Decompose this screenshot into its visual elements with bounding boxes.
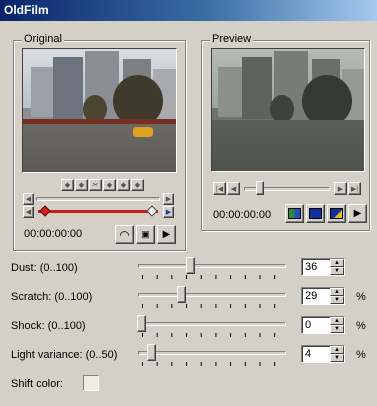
light-variance-spinbox[interactable]: 4 ▲ ▼ [301,345,345,363]
scratch-up-button[interactable]: ▲ [330,288,344,296]
light-variance-slider-track[interactable] [138,351,286,355]
original-home-button[interactable]: ◀ [23,193,34,205]
light-variance-slider-thumb[interactable] [147,344,156,361]
in-out-button[interactable]: ▣ [136,225,155,244]
external-monitor-icon [330,208,343,219]
mark-out-button[interactable]: ◆ [75,179,88,191]
original-scrub-track[interactable] [36,197,160,201]
scratch-label: Scratch: (0..100) [11,291,93,303]
scratch-slider-ticks [142,304,285,308]
preview-prev-frame-button[interactable]: ◀ [227,182,240,195]
clear-marks-button[interactable]: ◆ [131,179,144,191]
speed-gauge-button[interactable]: ◠ [115,225,134,244]
shift-color-label: Shift color: [11,378,63,390]
scratch-slider-thumb[interactable] [177,286,186,303]
dust-down-button[interactable]: ▼ [330,267,344,275]
preview-home-button[interactable]: |◀ [213,182,226,195]
shock-slider-track[interactable] [138,322,286,326]
scratch-percent-sign: % [356,291,366,303]
dust-up-button[interactable]: ▲ [330,259,344,267]
light-variance-down-button[interactable]: ▼ [330,354,344,362]
trim-track[interactable] [38,210,158,213]
shift-color-swatch[interactable] [83,375,99,391]
mark-in-button[interactable]: ◆ [61,179,74,191]
shock-percent-sign: % [356,320,366,332]
original-timecode: 00:00:00:00 [24,228,83,240]
shock-slider-thumb[interactable] [137,315,146,332]
shock-spinbox[interactable]: 0 ▲ ▼ [301,316,345,334]
preview-next-frame-button[interactable]: ▶ [334,182,347,195]
dust-slider-track[interactable] [138,264,286,268]
window-title: OldFilm [4,3,49,17]
shock-down-button[interactable]: ▼ [330,325,344,333]
dust-value[interactable]: 36 [305,261,317,273]
light-variance-up-button[interactable]: ▲ [330,346,344,354]
preview-video [211,48,365,172]
light-variance-slider-ticks [142,362,285,366]
preview-monitor-button[interactable] [306,204,325,223]
original-video [22,48,177,173]
preview-scrub-thumb[interactable] [256,181,264,195]
trim-start-button[interactable]: ◀ [23,206,34,218]
monitor-icon [309,208,322,219]
shock-label: Shock: (0..100) [11,320,86,332]
scratch-spinbox[interactable]: 29 ▲ ▼ [301,287,345,305]
scratch-down-button[interactable]: ▼ [330,296,344,304]
dust-slider-thumb[interactable] [186,257,195,274]
scratch-slider-track[interactable] [138,293,286,297]
split-button[interactable]: ✂ [89,179,102,191]
original-play-button[interactable]: ▶ [157,225,176,244]
preview-split-view-button[interactable] [285,204,304,223]
preview-timecode: 00:00:00:00 [213,209,272,221]
preview-end-button[interactable]: ▶| [348,182,361,195]
preview-play-button[interactable]: ▶ [348,204,367,223]
light-variance-value[interactable]: 4 [305,348,311,360]
original-group-label: Original [22,33,64,45]
scratch-value[interactable]: 29 [305,290,317,302]
shock-slider-ticks [142,333,285,337]
shock-value[interactable]: 0 [305,319,311,331]
title-bar: OldFilm [0,0,377,21]
original-end-button[interactable]: ▶ [163,193,174,205]
dust-spinbox[interactable]: 36 ▲ ▼ [301,258,345,276]
shock-up-button[interactable]: ▲ [330,317,344,325]
light-variance-percent-sign: % [356,349,366,361]
trim-end-button[interactable]: ▶ [163,206,174,218]
dust-label: Dust: (0..100) [11,262,78,274]
goto-in-button[interactable]: ◆ [103,179,116,191]
light-variance-label: Light variance: (0..50) [11,349,118,361]
preview-external-button[interactable] [327,204,346,223]
preview-group-label: Preview [210,33,254,45]
goto-out-button[interactable]: ◆ [117,179,130,191]
split-view-icon [288,208,301,219]
dust-slider-ticks [142,275,285,279]
